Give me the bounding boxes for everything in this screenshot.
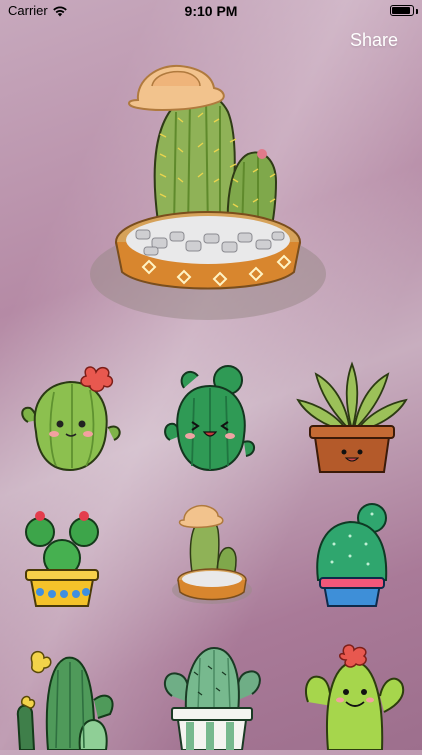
potted-cactus-with-hat-small-icon[interactable] xyxy=(170,500,254,608)
sticker-1-illustration xyxy=(21,366,121,472)
battery-level xyxy=(392,7,410,14)
sticker-5-illustration xyxy=(172,504,252,604)
share-button[interactable]: Share xyxy=(350,30,398,51)
sticker-7-illustration xyxy=(16,650,114,751)
potted-cactus-with-hat-icon[interactable] xyxy=(88,42,328,327)
sticker-2-illustration xyxy=(164,365,255,472)
tall-cactus-group-icon[interactable] xyxy=(14,640,118,751)
battery-cap xyxy=(416,9,418,14)
cactus-with-red-flowers-yellow-pot-icon[interactable] xyxy=(22,502,102,614)
cute-round-cactus-with-flower-icon[interactable] xyxy=(16,362,126,474)
sticker-9-illustration xyxy=(304,644,405,751)
sticker-8-illustration xyxy=(163,646,261,751)
battery-icon xyxy=(390,5,414,16)
sticker-6-illustration xyxy=(316,503,388,607)
status-time: 9:10 PM xyxy=(184,3,238,19)
hero-illustration xyxy=(90,64,326,320)
status-bar: Carrier 9:10 PM xyxy=(0,0,422,22)
succulent-in-brown-pot-icon[interactable] xyxy=(294,360,410,474)
sticker-4-illustration xyxy=(25,511,99,607)
light-green-smiling-cactus-icon[interactable] xyxy=(300,642,410,751)
smiling-green-cactus-icon[interactable] xyxy=(162,362,258,474)
sticker-3-illustration xyxy=(296,361,408,473)
round-cactus-in-blue-pot-icon[interactable] xyxy=(310,500,394,612)
cactus-in-striped-pot-icon[interactable] xyxy=(158,642,266,751)
